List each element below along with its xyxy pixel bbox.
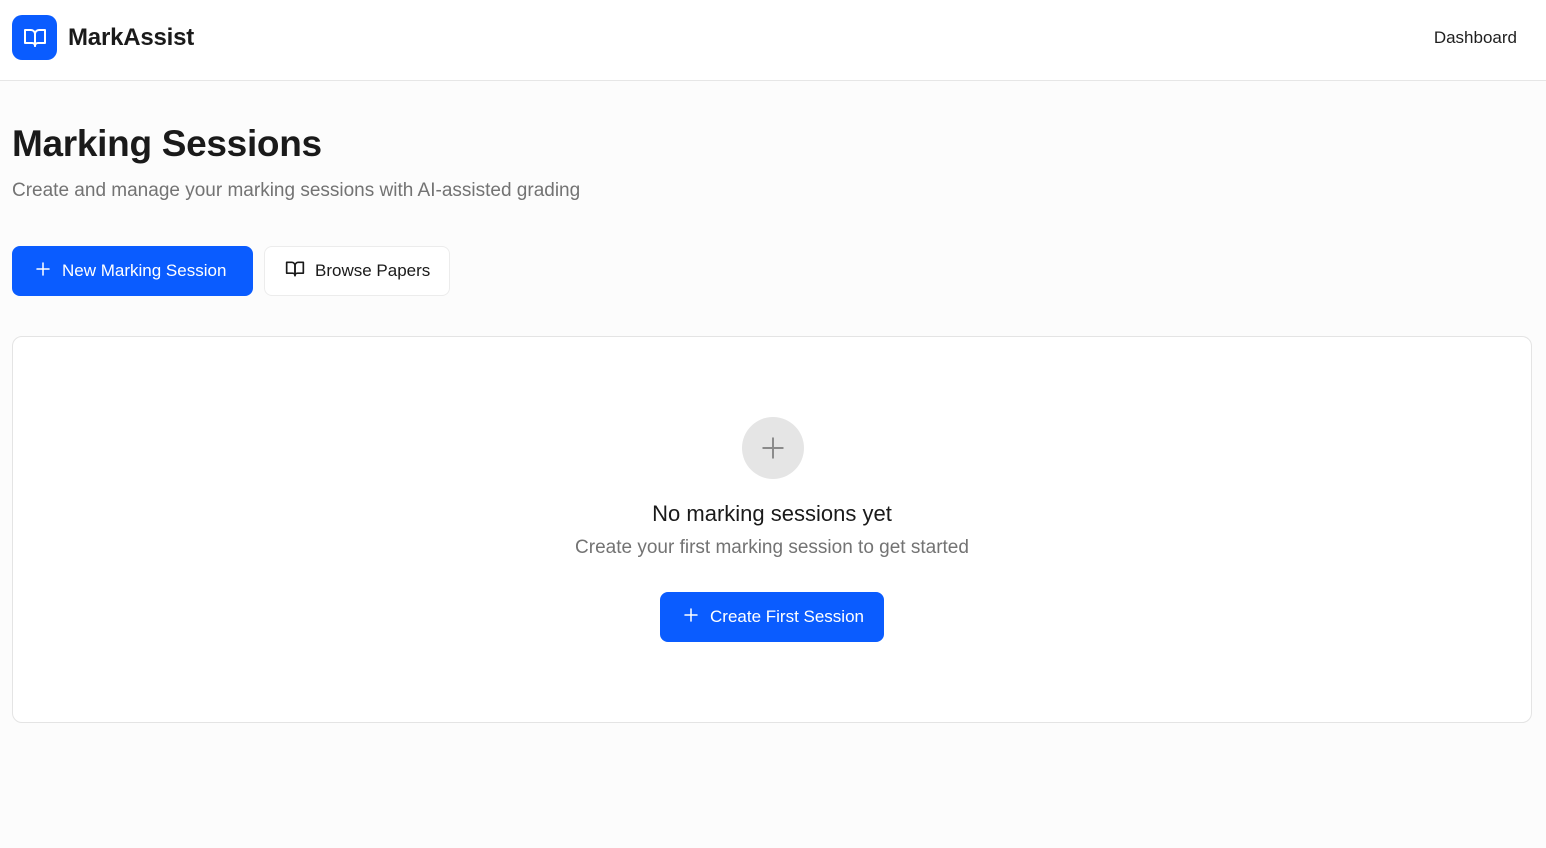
plus-icon bbox=[34, 260, 52, 283]
new-marking-session-button[interactable]: New Marking Session bbox=[12, 246, 253, 296]
brand-link[interactable]: MarkAssist bbox=[12, 15, 194, 60]
browse-papers-label: Browse Papers bbox=[315, 261, 431, 280]
plus-icon bbox=[742, 417, 804, 479]
empty-state-title: No marking sessions yet bbox=[652, 501, 892, 526]
empty-state-description: Create your first marking session to get… bbox=[575, 537, 969, 558]
top-navbar: MarkAssist Dashboard bbox=[0, 0, 1546, 81]
create-first-session-label: Create First Session bbox=[710, 607, 864, 626]
browse-papers-button[interactable]: Browse Papers bbox=[264, 246, 450, 296]
page-subtitle: Create and manage your marking sessions … bbox=[12, 180, 581, 201]
new-marking-session-label: New Marking Session bbox=[62, 261, 227, 280]
page-title: Marking Sessions bbox=[12, 123, 322, 164]
plus-icon bbox=[682, 606, 700, 629]
sessions-empty-card: No marking sessions yet Create your firs… bbox=[12, 336, 1532, 723]
nav-dashboard-link[interactable]: Dashboard bbox=[1434, 28, 1517, 48]
open-book-icon bbox=[12, 15, 57, 60]
app-name: MarkAssist bbox=[68, 23, 195, 51]
open-book-icon bbox=[285, 259, 305, 284]
create-first-session-button[interactable]: Create First Session bbox=[660, 592, 884, 642]
